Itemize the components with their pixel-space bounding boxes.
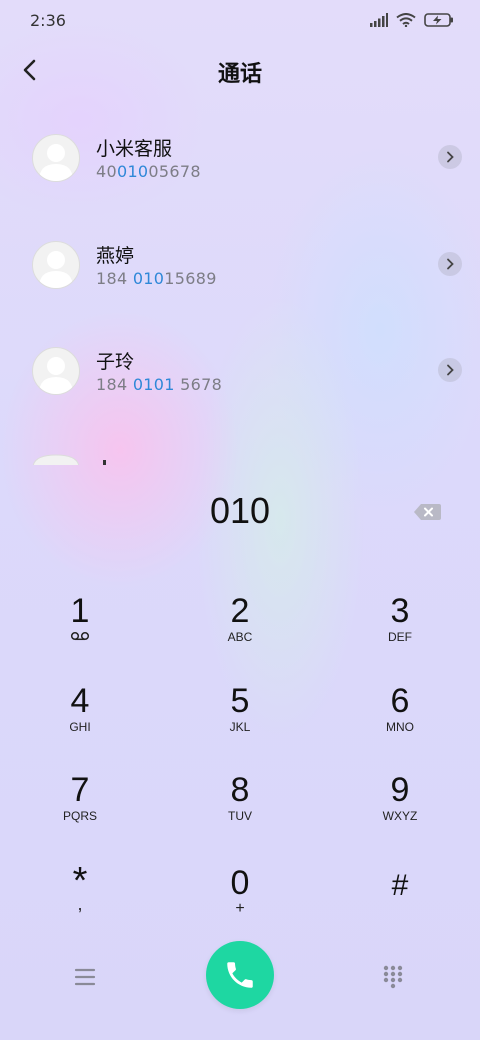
contact-row[interactable]: 燕婷 184 01015689	[0, 217, 480, 317]
backspace-button[interactable]	[412, 500, 444, 524]
chevron-right-icon	[447, 364, 454, 376]
contact-name: 燕婷	[96, 245, 135, 267]
page-title: 通话	[217, 62, 262, 87]
key-0[interactable]: 0 +	[175, 864, 305, 944]
phone-icon	[227, 962, 253, 988]
menu-button[interactable]	[70, 962, 100, 992]
chevron-right-icon	[447, 258, 454, 270]
status-time: 2:36	[30, 11, 66, 30]
dialpad-toggle-button[interactable]	[378, 962, 408, 992]
wifi-icon	[396, 12, 416, 31]
person-icon	[39, 251, 73, 288]
dialed-number[interactable]: 010	[0, 490, 480, 532]
call-button[interactable]	[206, 941, 274, 1009]
contact-detail-button[interactable]	[438, 358, 462, 382]
battery-charging-icon	[424, 12, 454, 31]
bottom-action-bar	[0, 940, 480, 1012]
status-bar: 2:36	[0, 0, 480, 42]
contact-avatar	[32, 241, 80, 289]
person-icon	[39, 357, 73, 394]
contact-detail-button[interactable]	[438, 252, 462, 276]
status-icons	[370, 12, 454, 31]
contact-avatar	[32, 347, 80, 395]
chevron-right-icon	[447, 151, 454, 163]
menu-icon	[74, 968, 96, 986]
key-8[interactable]: 8 TUV	[175, 771, 305, 851]
contact-row[interactable]: 小米客服 4001005678	[0, 110, 480, 210]
contact-number: 184 0101 5678	[96, 375, 223, 394]
contact-name: 子玲	[96, 351, 135, 373]
voicemail-icon	[15, 630, 145, 645]
match-highlight: 010	[132, 269, 165, 288]
match-highlight: 0101	[132, 375, 175, 394]
contact-detail-button[interactable]	[438, 145, 462, 169]
key-7[interactable]: 7 PQRS	[15, 771, 145, 851]
contact-suggestion-list[interactable]: 小米客服 4001005678 燕婷 184 01015689 子玲 184 0…	[0, 110, 480, 465]
key-hash[interactable]: #	[335, 868, 465, 948]
dial-input-row: 010	[0, 480, 480, 544]
contact-avatar	[32, 134, 80, 182]
key-4[interactable]: 4 GHI	[15, 682, 145, 762]
key-1[interactable]: 1	[15, 592, 145, 672]
match-highlight: 010	[116, 162, 149, 181]
key-2[interactable]: 2 ABC	[175, 592, 305, 672]
contact-name: 小米客服	[96, 138, 173, 160]
key-5[interactable]: 5 JKL	[175, 682, 305, 762]
contact-row[interactable]: 子玲 184 0101 5678	[0, 323, 480, 423]
key-3[interactable]: 3 DEF	[335, 592, 465, 672]
contact-number: 184 01015689	[96, 269, 217, 288]
partial-avatar-icon	[32, 454, 106, 465]
key-star[interactable]: * ,	[15, 862, 145, 944]
key-6[interactable]: 6 MNO	[335, 682, 465, 762]
signal-icon	[370, 12, 388, 31]
contact-row-partial[interactable]	[0, 448, 480, 465]
header: 通话	[0, 42, 480, 98]
dialpad-icon	[383, 965, 403, 989]
key-9[interactable]: 9 WXYZ	[335, 771, 465, 851]
backspace-icon	[414, 504, 441, 520]
contact-number: 4001005678	[96, 162, 201, 181]
person-icon	[39, 144, 73, 181]
